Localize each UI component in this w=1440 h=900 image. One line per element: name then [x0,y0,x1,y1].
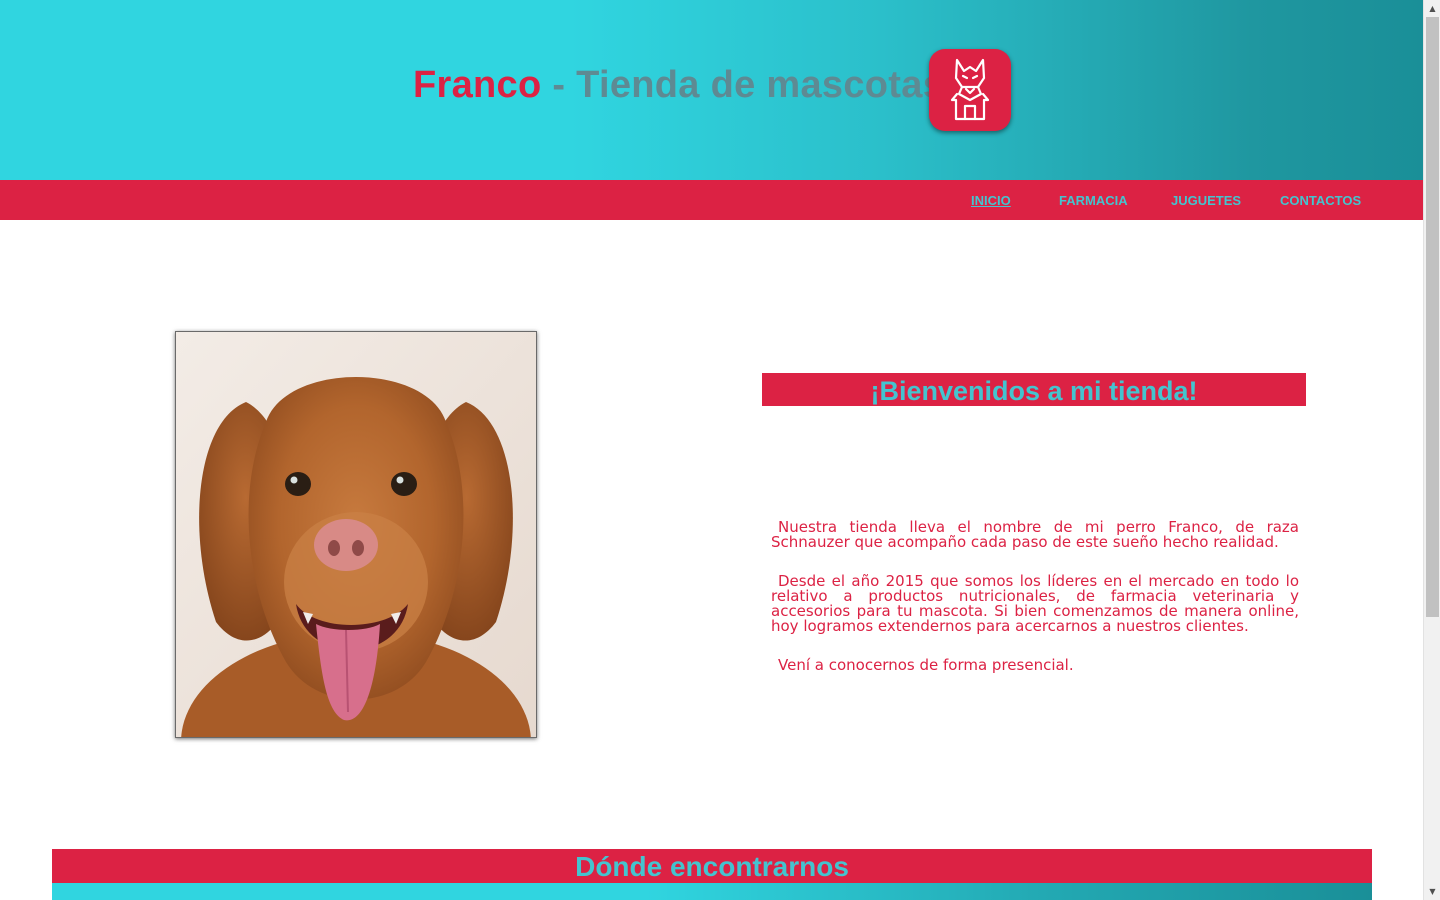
brand-tagline: - Tienda de mascotas [541,64,945,106]
main-nav: INICIO FARMACIA JUGUETES CONTACTOS [0,180,1423,220]
logo[interactable] [929,49,1011,131]
intro-paragraph-1: Nuestra tienda lleva el nombre de mi per… [771,518,1299,551]
brand-name: Franco [413,64,542,106]
dog-illustration [176,332,536,737]
welcome-title: ¡Bienvenidos a mi tienda! [870,376,1198,406]
intro-paragraph-3: Vení a conocernos de forma presencial. [778,656,1074,674]
nav-link-inicio[interactable]: INICIO [971,180,1011,220]
scroll-down-icon[interactable]: ▼ [1424,883,1440,900]
vertical-scrollbar[interactable]: ▲ ▼ [1423,0,1440,900]
site-header: Franco - Tienda de mascotas [0,0,1423,180]
nav-link-farmacia[interactable]: FARMACIA [1059,180,1128,220]
location-banner: Dónde encontrarnos [52,849,1372,883]
welcome-banner: ¡Bienvenidos a mi tienda! [762,373,1306,406]
scroll-up-icon[interactable]: ▲ [1424,0,1440,17]
intro-paragraph-2: Desde el año 2015 que somos los líderes … [771,572,1299,635]
page: Franco - Tienda de mascotas INICIO FARMA… [0,0,1423,900]
schnauzer-house-logo-icon [950,58,990,121]
nav-link-juguetes[interactable]: JUGUETES [1171,180,1241,220]
location-title: Dónde encontrarnos [575,851,849,882]
location-section [52,883,1372,900]
brand-title: Franco - Tienda de mascotas [413,64,944,107]
dog-photo [175,331,537,738]
scrollbar-thumb[interactable] [1426,17,1439,617]
nav-link-contactos[interactable]: CONTACTOS [1280,180,1361,220]
